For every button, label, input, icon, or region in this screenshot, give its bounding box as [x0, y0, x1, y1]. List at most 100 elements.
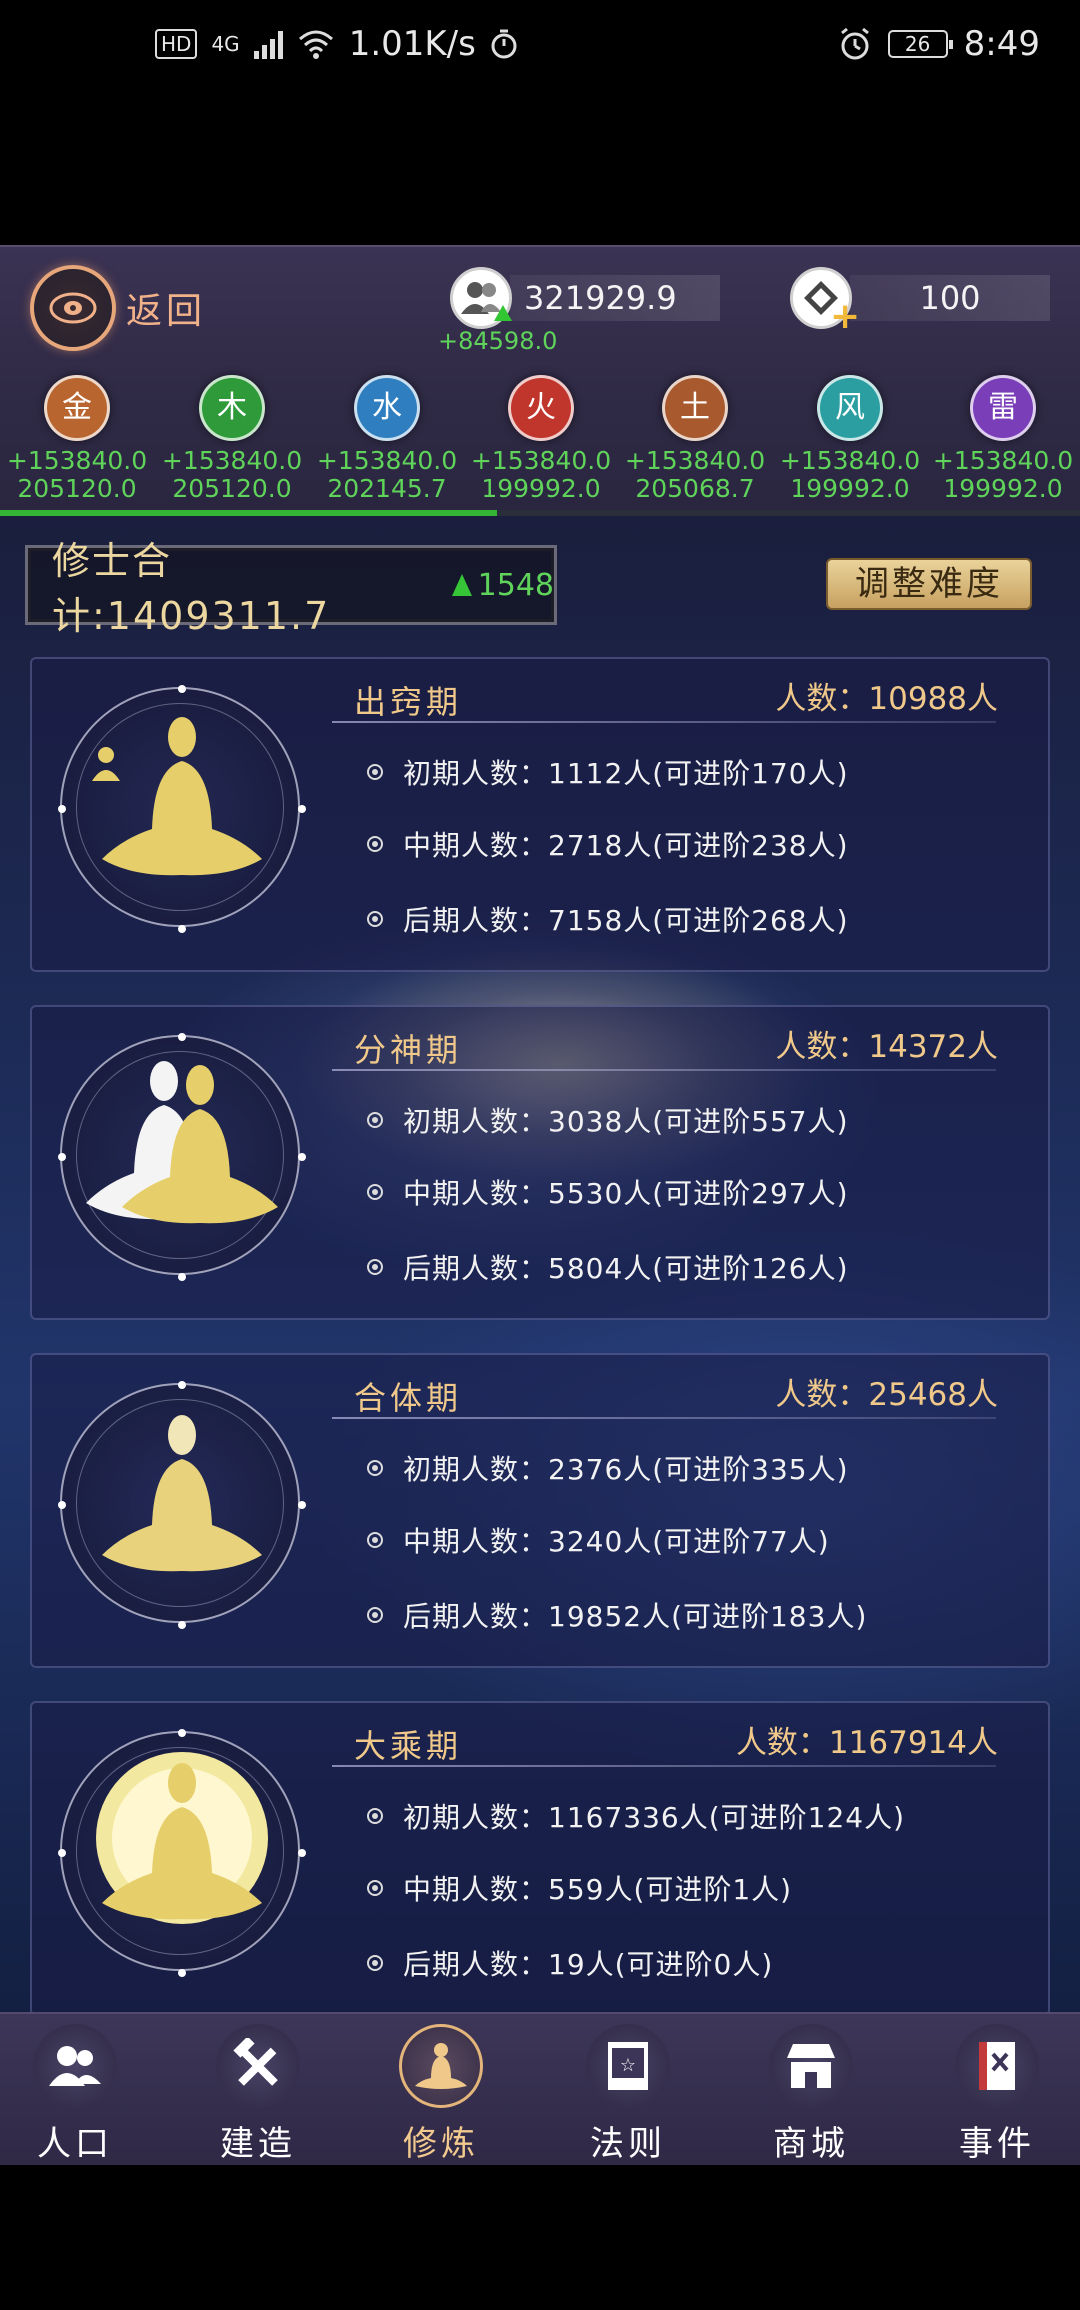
- back-button[interactable]: 返回: [30, 265, 206, 351]
- element-rate: +153840.0: [779, 446, 921, 475]
- bullet-icon: [367, 1607, 383, 1623]
- nav-laws[interactable]: ☆ 法则: [553, 2024, 703, 2165]
- add-gem-icon[interactable]: +: [830, 299, 860, 335]
- element-total: 202145.7: [327, 474, 447, 503]
- back-label: 返回: [126, 291, 207, 332]
- system-nav-area: [0, 2165, 1080, 2310]
- stage-late: 后期人数：19852人(可进阶183人): [367, 1595, 867, 1635]
- bullet-icon: [367, 1112, 383, 1128]
- population-value: 321929.9: [510, 275, 720, 321]
- divider: [332, 721, 996, 723]
- stage-middle: 中期人数：559人(可进阶1人): [367, 1868, 792, 1908]
- element-rate: +153840.0: [316, 446, 458, 475]
- realm-name: 合体期: [354, 1379, 463, 1417]
- realm-name: 大乘期: [354, 1727, 463, 1765]
- realm-count: 人数：25468人: [775, 1377, 998, 1413]
- game-screen: 返回 321929.9 +84598.0 100 + 金 +153840.0 2…: [0, 245, 1080, 2165]
- element-fire[interactable]: 火 +153840.0 199992.0: [466, 375, 616, 503]
- element-water[interactable]: 水 +153840.0 202145.7: [312, 375, 462, 503]
- element-total: 199992.0: [790, 474, 910, 503]
- realm-card-chuqiao[interactable]: 出窍期 人数：10988人 初期人数：1112人(可进阶170人) 中期人数：2…: [30, 657, 1050, 972]
- stage-early: 初期人数：3038人(可进阶557人): [367, 1100, 849, 1140]
- bullet-icon: [367, 1532, 383, 1548]
- bullet-icon: [367, 1808, 383, 1824]
- gem-value: 100: [850, 275, 1050, 321]
- realm-card-heti[interactable]: 合体期 人数：25468人 初期人数：2376人(可进阶335人) 中期人数：3…: [30, 1353, 1050, 1668]
- water-icon: 水: [354, 375, 420, 441]
- fire-icon: 火: [508, 375, 574, 441]
- realm-name: 出窍期: [354, 683, 463, 721]
- population-delta: +84598.0: [438, 327, 558, 355]
- adjust-difficulty-button[interactable]: 调整难度: [826, 558, 1032, 610]
- stage-late: 后期人数：5804人(可进阶126人): [367, 1247, 849, 1287]
- scroll-icon: ☆: [586, 2024, 670, 2108]
- stage-middle: 中期人数：5530人(可进阶297人): [367, 1172, 849, 1212]
- thunder-icon: 雷: [970, 375, 1036, 441]
- wood-icon: 木: [199, 375, 265, 441]
- hd-indicator: HD: [155, 29, 198, 59]
- element-rate: +153840.0: [6, 446, 148, 475]
- realm-count: 人数：1167914人: [735, 1725, 998, 1761]
- element-rate: +153840.0: [624, 446, 766, 475]
- element-rate: +153840.0: [161, 446, 303, 475]
- element-rate: +153840.0: [932, 446, 1074, 475]
- stage-early: 初期人数：1112人(可进阶170人): [367, 752, 849, 792]
- alarm-icon: [840, 27, 869, 60]
- element-total: 199992.0: [943, 474, 1063, 503]
- element-wind[interactable]: 风 +153840.0 199992.0: [775, 375, 925, 503]
- book-icon: [955, 2024, 1039, 2108]
- status-bar: HD 4G 1.01K/s 26 8:49: [0, 0, 1080, 96]
- realm-count: 人数：10988人: [775, 681, 998, 717]
- progress-bar: [0, 510, 1080, 516]
- metal-icon: 金: [44, 375, 110, 441]
- meditating-twin-figure-icon: [86, 1061, 278, 1224]
- battery-indicator: 26: [887, 30, 953, 58]
- cultivator-total-panel: 修士合计:1409311.7 1548: [25, 539, 557, 638]
- element-earth[interactable]: 土 +153840.0 205068.7: [620, 375, 770, 503]
- stage-middle: 中期人数：2718人(可进阶238人): [367, 824, 849, 864]
- element-total: 205120.0: [17, 474, 137, 503]
- meditating-figure-icon: [102, 1415, 262, 1572]
- nav-population[interactable]: 人口: [0, 2024, 150, 2165]
- stage-middle: 中期人数：3240人(可进阶77人): [367, 1520, 830, 1560]
- bullet-icon: [367, 836, 383, 852]
- bullet-icon: [367, 1880, 383, 1896]
- divider: [332, 1069, 996, 1071]
- resource-bar: 返回 321929.9 +84598.0 100 + 金 +153840.0 2…: [0, 245, 1080, 516]
- bullet-icon: [367, 1184, 383, 1200]
- nav-events[interactable]: 事件: [922, 2024, 1072, 2165]
- cultivator-delta: 1548: [477, 567, 554, 603]
- realm-card-fenshen[interactable]: 分神期 人数：14372人 初期人数：3038人(可进阶557人) 中期人数：5…: [30, 1005, 1050, 1320]
- nav-build[interactable]: 建造: [183, 2024, 333, 2165]
- population-up-arrow-icon: [494, 305, 512, 321]
- progress-fill: [0, 510, 497, 516]
- bullet-icon: [367, 1460, 383, 1476]
- element-rate: +153840.0: [470, 446, 612, 475]
- stage-late: 后期人数：19人(可进阶0人): [367, 1943, 773, 1983]
- element-total: 199992.0: [481, 474, 601, 503]
- svg-text:☆: ☆: [620, 2055, 636, 2076]
- divider: [332, 1417, 996, 1419]
- realm-medallion: [58, 685, 306, 933]
- nav-shop[interactable]: 商城: [736, 2024, 886, 2165]
- bullet-icon: [367, 911, 383, 927]
- realm-medallion: [58, 1033, 306, 1281]
- stage-late: 后期人数：7158人(可进阶268人): [367, 899, 849, 939]
- earth-icon: 土: [662, 375, 728, 441]
- bullet-icon: [367, 1955, 383, 1971]
- wind-icon: 风: [817, 375, 883, 441]
- back-icon: [30, 265, 116, 351]
- element-metal[interactable]: 金 +153840.0 205120.0: [2, 375, 152, 503]
- element-resources: 金 +153840.0 205120.0 木 +153840.0 205120.…: [0, 375, 1080, 503]
- meditating-figure-with-halo-icon: [96, 1752, 268, 1924]
- people-icon: [33, 2024, 117, 2108]
- element-wood[interactable]: 木 +153840.0 205120.0: [157, 375, 307, 503]
- bullet-icon: [367, 1259, 383, 1275]
- timer-icon: [491, 29, 517, 59]
- hammer-wrench-icon: [216, 2024, 300, 2108]
- bullet-icon: [367, 764, 383, 780]
- nav-cultivate[interactable]: 修炼: [366, 2024, 516, 2165]
- realm-card-dacheng[interactable]: 大乘期 人数：1167914人 初期人数：1167336人(可进阶124人) 中…: [30, 1701, 1050, 2016]
- divider: [332, 1765, 996, 1767]
- element-thunder[interactable]: 雷 +153840.0 199992.0: [928, 375, 1078, 503]
